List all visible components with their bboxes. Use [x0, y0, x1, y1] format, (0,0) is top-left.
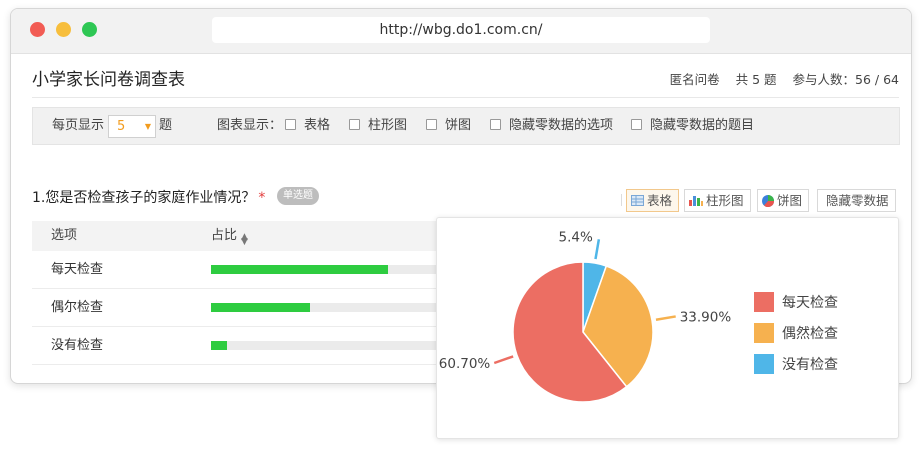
row-label: 每天检查	[51, 262, 104, 277]
checkbox-icon	[349, 119, 360, 130]
option-bar-checkbox[interactable]: 柱形图	[349, 108, 407, 144]
row-label: 没有检查	[51, 338, 104, 353]
bar-chart-icon	[689, 196, 703, 206]
per-page-label: 每页显示	[52, 118, 105, 133]
option-hide-zero-questions-checkbox[interactable]: 隐藏零数据的题目	[631, 108, 754, 144]
option-table-checkbox[interactable]: 表格	[285, 108, 330, 144]
per-page-suffix: 题	[159, 118, 173, 133]
legend-label: 没有检查	[782, 357, 838, 373]
option-hide-zero-options-checkbox[interactable]: 隐藏零数据的选项	[490, 108, 613, 144]
legend-label: 偶然检查	[782, 325, 838, 342]
divider	[621, 194, 622, 206]
pie-data-label: 33.90%	[680, 309, 732, 325]
filter-bar: 每页显示 5 ▼ 题 图表显示： 表格 柱形图 饼图 隐藏零数据的选项 隐藏零数…	[32, 107, 900, 145]
legend-swatch	[754, 323, 774, 343]
participant-count: 参与人数：56 / 64	[792, 72, 899, 87]
pie-chart-icon	[762, 195, 775, 208]
pie-chart-popup: 5.4% 33.90% 60.70% 每天检查偶然检查没有检查	[436, 217, 899, 439]
maximize-window-button[interactable]	[82, 22, 97, 37]
chevron-down-icon: ▼	[144, 122, 151, 131]
view-bar-button[interactable]: 柱形图	[684, 189, 751, 212]
ratio-bar-fill	[211, 303, 310, 312]
browser-titlebar: http://wbg.do1.com.cn/	[11, 9, 911, 54]
checkbox-icon	[490, 119, 501, 130]
pie-chart: 5.4% 33.90% 60.70% 每天检查偶然检查没有检查	[439, 229, 838, 403]
checkbox-icon	[285, 119, 296, 130]
row-label: 偶尔检查	[51, 300, 104, 315]
hide-zero-data-button[interactable]: 隐藏零数据	[817, 189, 896, 212]
table-icon	[631, 195, 644, 206]
option-pie-checkbox[interactable]: 饼图	[426, 108, 471, 144]
question-type-badge: 单选题	[277, 187, 319, 205]
ratio-bar-fill	[211, 265, 388, 274]
pie-leader-line	[493, 355, 514, 365]
checkbox-icon	[631, 119, 642, 130]
pie-data-label: 5.4%	[559, 229, 593, 245]
header-divider	[32, 97, 899, 98]
address-bar[interactable]: http://wbg.do1.com.cn/	[212, 17, 710, 43]
pie-leader-line	[655, 315, 676, 321]
legend-swatch	[754, 292, 774, 312]
page-title: 小学家长问卷调查表	[32, 70, 185, 90]
ratio-bar-fill	[211, 341, 227, 350]
required-mark: *	[258, 190, 266, 206]
question-count: 共 5 题	[735, 72, 777, 87]
sort-icon: ▲▼	[240, 232, 248, 247]
header-ratio[interactable]: 占比 ▲▼	[211, 221, 248, 252]
pie-leader-line	[594, 239, 601, 260]
survey-meta: 匿名问卷 共 5 题 参与人数：56 / 64	[658, 69, 899, 88]
legend-swatch	[754, 354, 774, 374]
close-window-button[interactable]	[30, 22, 45, 37]
question-title: 1.您是否检查孩子的家庭作业情况？ *	[32, 190, 266, 206]
view-pie-button[interactable]: 饼图	[757, 189, 810, 212]
view-table-button[interactable]: 表格	[626, 189, 680, 212]
chart-display-label: 图表显示：	[217, 118, 283, 133]
pie-data-label: 60.70%	[439, 356, 491, 372]
header-option: 选项	[51, 228, 78, 243]
anonymous-label: 匿名问卷	[669, 72, 720, 87]
checkbox-icon	[426, 119, 437, 130]
minimize-window-button[interactable]	[56, 22, 71, 37]
legend-label: 每天检查	[782, 295, 838, 311]
per-page-value: 5	[117, 119, 126, 134]
per-page-select[interactable]: 5 ▼	[108, 115, 156, 138]
